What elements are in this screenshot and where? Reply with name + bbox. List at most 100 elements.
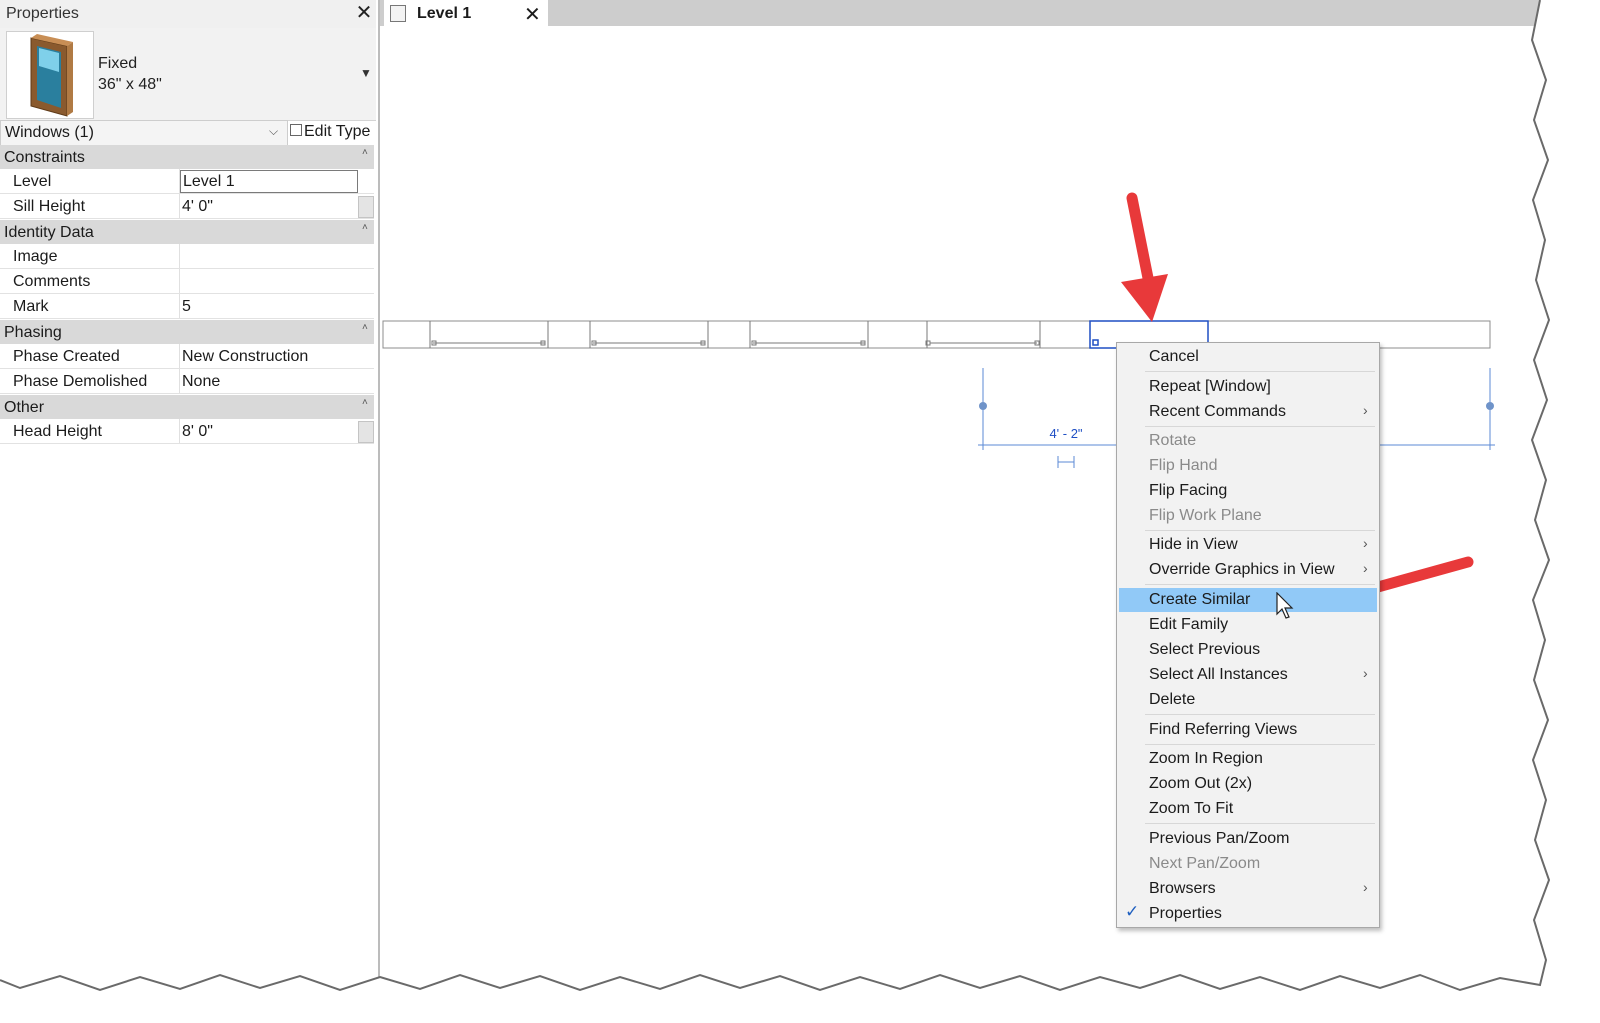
menu-item-zoom-in-region[interactable]: Zoom In Region <box>1119 747 1377 771</box>
menu-item-browsers[interactable]: Browsers › <box>1119 877 1377 901</box>
property-row-phase-created[interactable]: Phase Created New Construction <box>0 344 374 369</box>
menu-item-label: Properties <box>1149 905 1222 922</box>
type-family-name: Fixed <box>98 55 138 72</box>
window-instances[interactable] <box>429 321 1041 348</box>
property-label: Level <box>13 173 52 190</box>
submenu-arrow-icon: › <box>1363 879 1368 895</box>
menu-item-label: Flip Facing <box>1149 482 1228 499</box>
collapse-icon[interactable]: ˄ <box>362 397 368 408</box>
menu-item-zoom-to-fit[interactable]: Zoom To Fit <box>1119 797 1377 821</box>
group-title: Constraints <box>4 149 85 166</box>
property-row-phase-demolished[interactable]: Phase Demolished None <box>0 369 374 394</box>
menu-item-label: Find Referring Views <box>1149 721 1298 738</box>
menu-item-label: Cancel <box>1149 348 1199 365</box>
value-button[interactable] <box>358 421 374 443</box>
floor-plan-icon <box>390 5 406 22</box>
dimension-text[interactable]: 4' - 2" <box>1049 426 1082 441</box>
dropdown-caret-icon[interactable]: ▼ <box>360 66 372 80</box>
group-title: Other <box>4 399 45 416</box>
type-selector[interactable]: Fixed 36" x 48" ▼ <box>0 28 376 121</box>
properties-title: Properties <box>6 5 79 22</box>
menu-item-recent-commands[interactable]: Recent Commands › <box>1119 400 1377 424</box>
properties-panel: Properties ✕ Fixed 36" x 48" ▼ Windows (… <box>0 0 380 1000</box>
menu-item-flip-work-plane[interactable]: Flip Work Plane <box>1119 504 1377 528</box>
menu-item-label: Hide in View <box>1149 536 1238 553</box>
menu-separator <box>1145 714 1375 715</box>
property-value: None <box>182 373 221 390</box>
menu-item-label: Repeat [Window] <box>1149 378 1271 395</box>
group-header-other[interactable]: Other ˄ <box>0 395 374 420</box>
type-size-name: 36" x 48" <box>98 76 162 93</box>
menu-item-next-pan-zoom[interactable]: Next Pan/Zoom <box>1119 852 1377 876</box>
property-label: Sill Height <box>13 198 86 215</box>
collapse-icon[interactable]: ˄ <box>362 322 368 333</box>
level-value-input[interactable]: Level 1 <box>180 170 358 193</box>
menu-item-repeat-window[interactable]: Repeat [Window] <box>1119 375 1377 399</box>
column-divider <box>179 344 180 368</box>
menu-item-cancel[interactable]: Cancel <box>1119 345 1377 369</box>
property-row-mark[interactable]: Mark 5 <box>0 294 374 319</box>
property-value: 8' 0" <box>182 423 213 440</box>
window-icon <box>30 34 73 117</box>
group-header-phasing[interactable]: Phasing ˄ <box>0 320 374 345</box>
menu-item-override-graphics[interactable]: Override Graphics in View › <box>1119 558 1377 582</box>
property-row-head-height[interactable]: Head Height 8' 0" <box>0 419 374 444</box>
menu-item-create-similar[interactable]: Create Similar <box>1119 588 1377 612</box>
context-menu: Cancel Repeat [Window] Recent Commands ›… <box>1116 342 1380 928</box>
checkmark-icon: ✓ <box>1125 902 1140 921</box>
column-divider <box>179 369 180 393</box>
tab-level-1[interactable]: Level 1 ✕ <box>384 0 548 28</box>
property-row-sill-height[interactable]: Sill Height 4' 0" <box>0 194 374 219</box>
property-label: Phase Created <box>13 348 120 365</box>
menu-item-rotate[interactable]: Rotate <box>1119 429 1377 453</box>
edit-type-button[interactable]: Edit Type <box>288 120 376 144</box>
menu-item-properties[interactable]: ✓ Properties <box>1119 902 1377 926</box>
menu-separator <box>1145 426 1375 427</box>
menu-item-edit-family[interactable]: Edit Family <box>1119 613 1377 637</box>
menu-item-hide-in-view[interactable]: Hide in View › <box>1119 533 1377 557</box>
property-label: Mark <box>13 298 49 315</box>
menu-separator <box>1145 530 1375 531</box>
property-label: Head Height <box>13 423 102 440</box>
menu-item-select-previous[interactable]: Select Previous <box>1119 638 1377 662</box>
column-divider <box>179 419 180 443</box>
property-value: New Construction <box>182 348 309 365</box>
column-divider <box>179 194 180 218</box>
close-tab-icon[interactable]: ✕ <box>524 2 541 27</box>
group-header-identity-data[interactable]: Identity Data ˄ <box>0 220 374 245</box>
close-icon[interactable]: ✕ <box>354 3 374 23</box>
column-divider <box>179 294 180 318</box>
menu-separator <box>1145 744 1375 745</box>
drag-grip[interactable] <box>1486 402 1494 410</box>
menu-item-label: Select Previous <box>1149 641 1261 658</box>
menu-item-flip-hand[interactable]: Flip Hand <box>1119 454 1377 478</box>
property-row-image[interactable]: Image <box>0 244 374 269</box>
collapse-icon[interactable]: ˄ <box>362 147 368 158</box>
property-value: 4' 0" <box>182 198 213 215</box>
property-row-comments[interactable]: Comments <box>0 269 374 294</box>
menu-item-delete[interactable]: Delete <box>1119 688 1377 712</box>
submenu-arrow-icon: › <box>1363 560 1368 576</box>
menu-item-zoom-out[interactable]: Zoom Out (2x) <box>1119 772 1377 796</box>
menu-item-label: Next Pan/Zoom <box>1149 855 1261 872</box>
menu-item-label: Rotate <box>1149 432 1197 449</box>
menu-separator <box>1145 584 1375 585</box>
annotation-arrow <box>1121 192 1168 322</box>
submenu-arrow-icon: › <box>1363 402 1368 418</box>
instance-filter-dropdown[interactable]: Windows (1) ⌵ <box>0 120 288 146</box>
collapse-icon[interactable]: ˄ <box>362 222 368 233</box>
value-button[interactable] <box>358 196 374 218</box>
drag-grip[interactable] <box>979 402 987 410</box>
properties-title-bar: Properties ✕ <box>0 0 376 29</box>
menu-item-find-referring-views[interactable]: Find Referring Views <box>1119 718 1377 742</box>
group-header-constraints[interactable]: Constraints ˄ <box>0 145 374 170</box>
menu-separator <box>1145 371 1375 372</box>
menu-item-previous-pan-zoom[interactable]: Previous Pan/Zoom <box>1119 827 1377 851</box>
menu-item-select-all-instances[interactable]: Select All Instances › <box>1119 663 1377 687</box>
group-title: Phasing <box>4 324 62 341</box>
menu-item-label: Zoom Out (2x) <box>1149 775 1253 792</box>
group-title: Identity Data <box>4 224 94 241</box>
property-value: 5 <box>182 298 191 315</box>
menu-item-flip-facing[interactable]: Flip Facing <box>1119 479 1377 503</box>
column-divider <box>179 269 180 293</box>
